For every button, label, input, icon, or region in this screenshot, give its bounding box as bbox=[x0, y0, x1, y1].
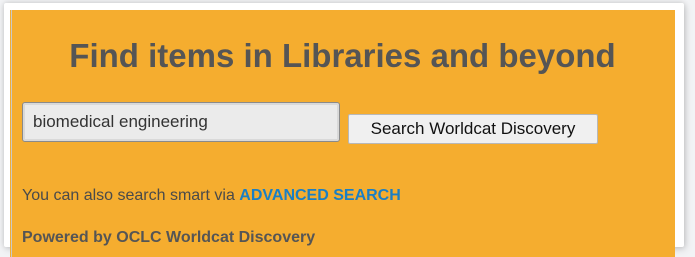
advanced-search-prefix: You can also search smart via bbox=[22, 187, 240, 204]
advanced-search-hint: You can also search smart via ADVANCED S… bbox=[22, 186, 401, 206]
advanced-search-link[interactable]: ADVANCED SEARCH bbox=[239, 187, 401, 204]
search-panel: Find items in Libraries and beyond Searc… bbox=[10, 10, 675, 257]
search-input[interactable] bbox=[22, 102, 340, 142]
panel-left-border bbox=[11, 10, 12, 257]
search-worldcat-button[interactable]: Search Worldcat Discovery bbox=[348, 114, 598, 144]
powered-by-text: Powered by OCLC Worldcat Discovery bbox=[22, 229, 316, 246]
page-title: Find items in Libraries and beyond bbox=[69, 37, 616, 74]
